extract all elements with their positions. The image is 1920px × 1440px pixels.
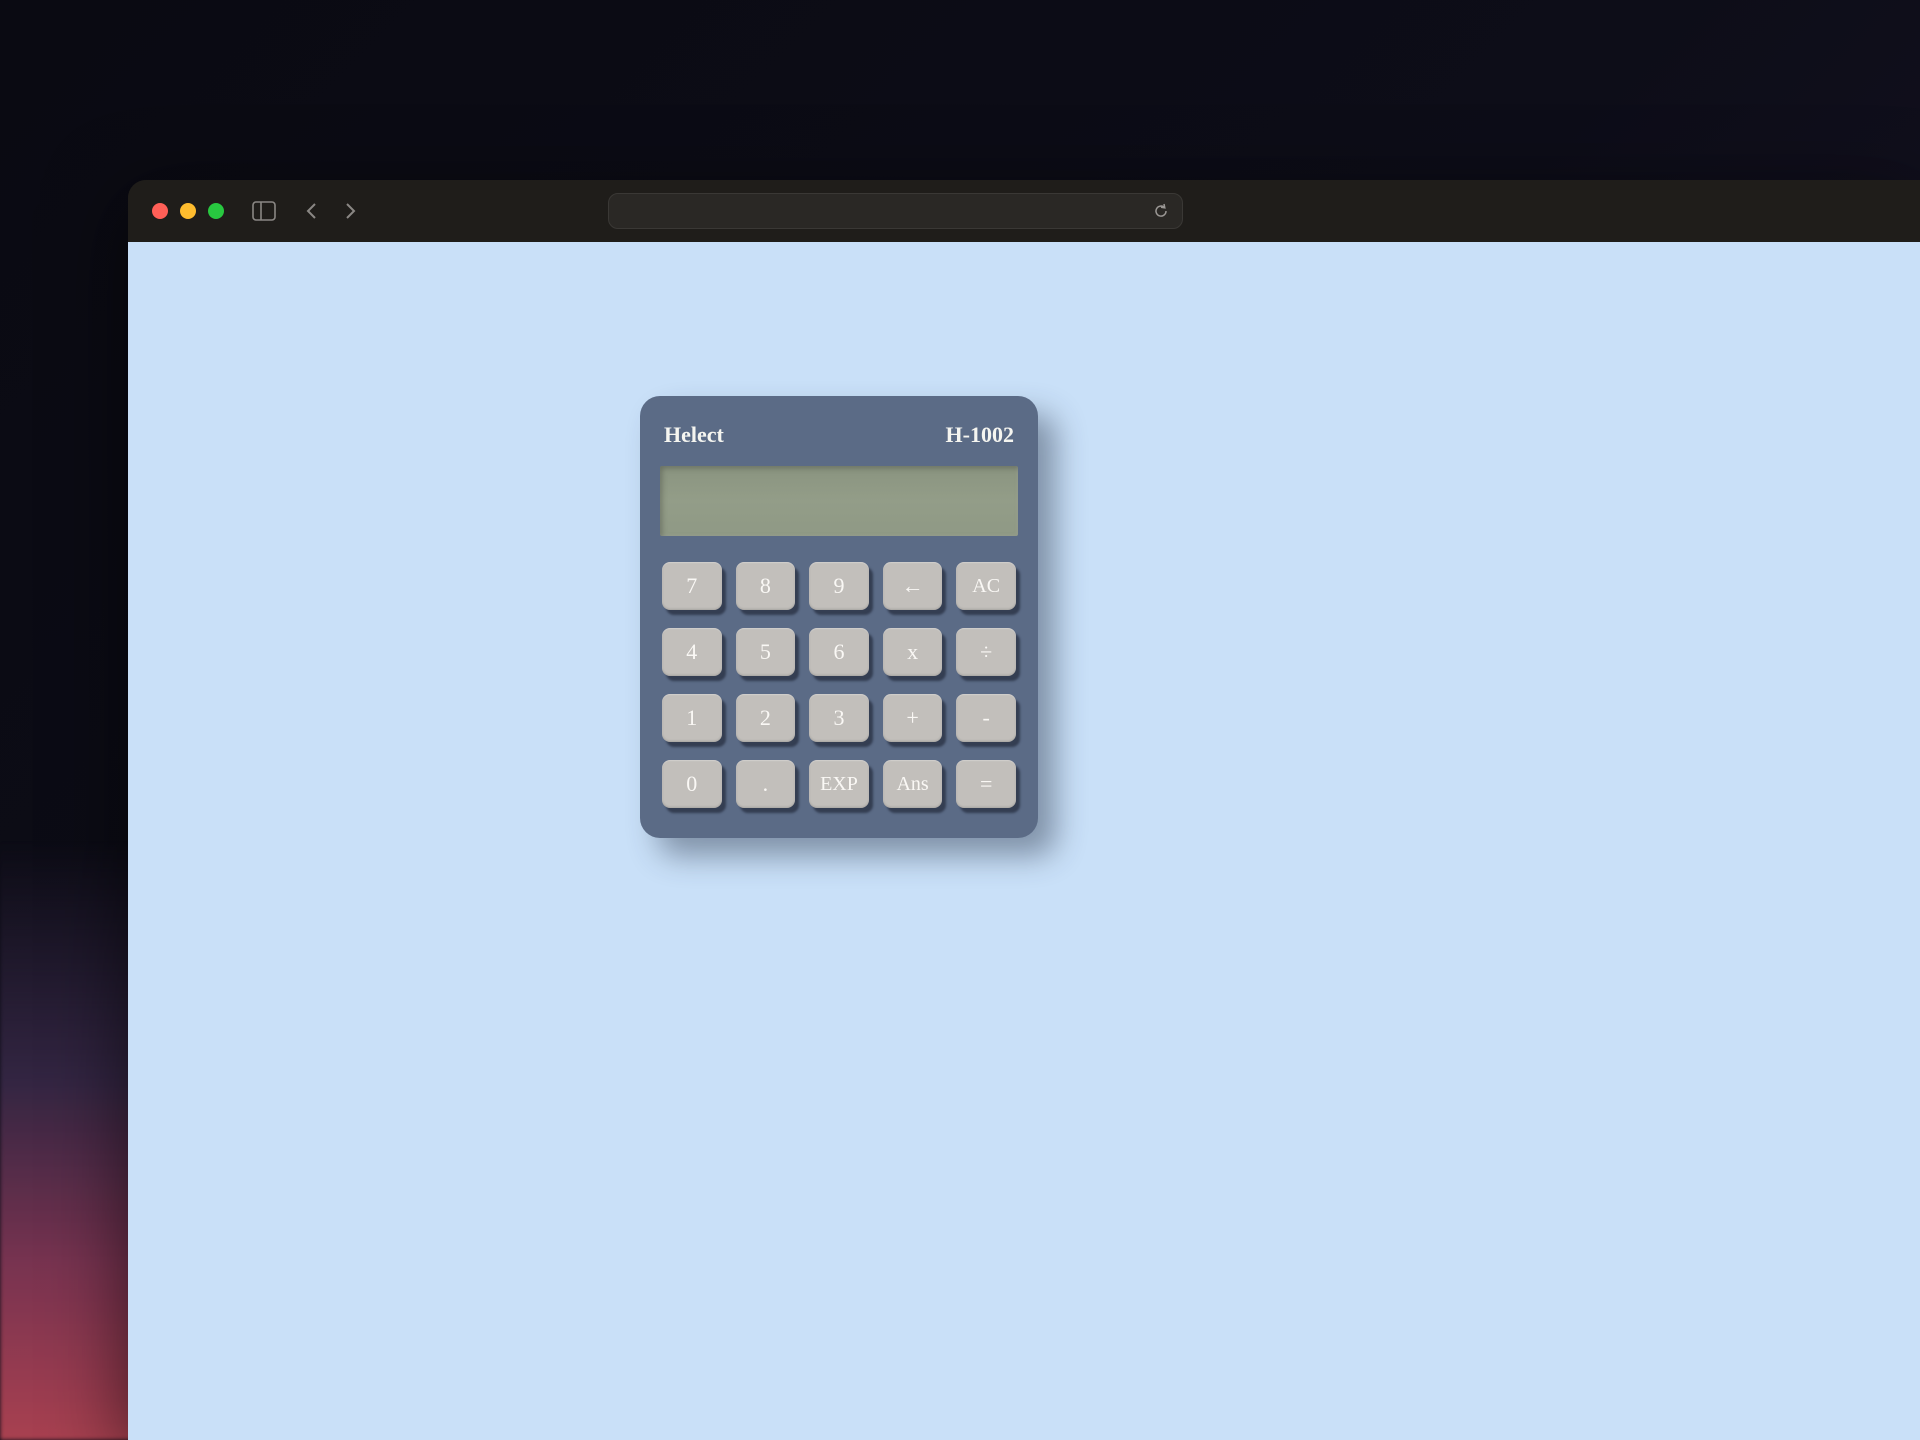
key-7[interactable]: 7 bbox=[662, 562, 722, 610]
calculator-display bbox=[660, 466, 1018, 536]
calculator: Helect H-1002 7 8 9 ← AC 4 5 6 x ÷ 1 2 3… bbox=[640, 396, 1038, 838]
close-window-button[interactable] bbox=[152, 203, 168, 219]
key-9[interactable]: 9 bbox=[809, 562, 869, 610]
key-equals[interactable]: = bbox=[956, 760, 1016, 808]
key-ac[interactable]: AC bbox=[956, 562, 1016, 610]
browser-window: Helect H-1002 7 8 9 ← AC 4 5 6 x ÷ 1 2 3… bbox=[128, 180, 1920, 1440]
key-divide[interactable]: ÷ bbox=[956, 628, 1016, 676]
address-bar[interactable] bbox=[608, 193, 1183, 229]
sidebar-toggle-button[interactable] bbox=[252, 201, 276, 221]
key-5[interactable]: 5 bbox=[736, 628, 796, 676]
calculator-header: Helect H-1002 bbox=[660, 422, 1018, 466]
key-0[interactable]: 0 bbox=[662, 760, 722, 808]
key-exp[interactable]: EXP bbox=[809, 760, 869, 808]
calculator-keypad: 7 8 9 ← AC 4 5 6 x ÷ 1 2 3 + - 0 . EXP A… bbox=[660, 562, 1018, 808]
calculator-model: H-1002 bbox=[946, 422, 1014, 448]
nav-arrows bbox=[302, 201, 360, 221]
key-1[interactable]: 1 bbox=[662, 694, 722, 742]
key-multiply[interactable]: x bbox=[883, 628, 943, 676]
minimize-window-button[interactable] bbox=[180, 203, 196, 219]
back-button[interactable] bbox=[302, 201, 322, 221]
window-controls bbox=[152, 203, 224, 219]
key-plus[interactable]: + bbox=[883, 694, 943, 742]
key-8[interactable]: 8 bbox=[736, 562, 796, 610]
maximize-window-button[interactable] bbox=[208, 203, 224, 219]
key-backspace[interactable]: ← bbox=[883, 562, 943, 610]
key-3[interactable]: 3 bbox=[809, 694, 869, 742]
key-ans[interactable]: Ans bbox=[883, 760, 943, 808]
forward-button[interactable] bbox=[340, 201, 360, 221]
key-minus[interactable]: - bbox=[956, 694, 1016, 742]
key-4[interactable]: 4 bbox=[662, 628, 722, 676]
reload-button[interactable] bbox=[1152, 202, 1170, 220]
key-decimal[interactable]: . bbox=[736, 760, 796, 808]
calculator-brand: Helect bbox=[664, 422, 724, 448]
browser-toolbar bbox=[128, 180, 1920, 242]
key-2[interactable]: 2 bbox=[736, 694, 796, 742]
page-viewport: Helect H-1002 7 8 9 ← AC 4 5 6 x ÷ 1 2 3… bbox=[128, 242, 1920, 1440]
key-6[interactable]: 6 bbox=[809, 628, 869, 676]
